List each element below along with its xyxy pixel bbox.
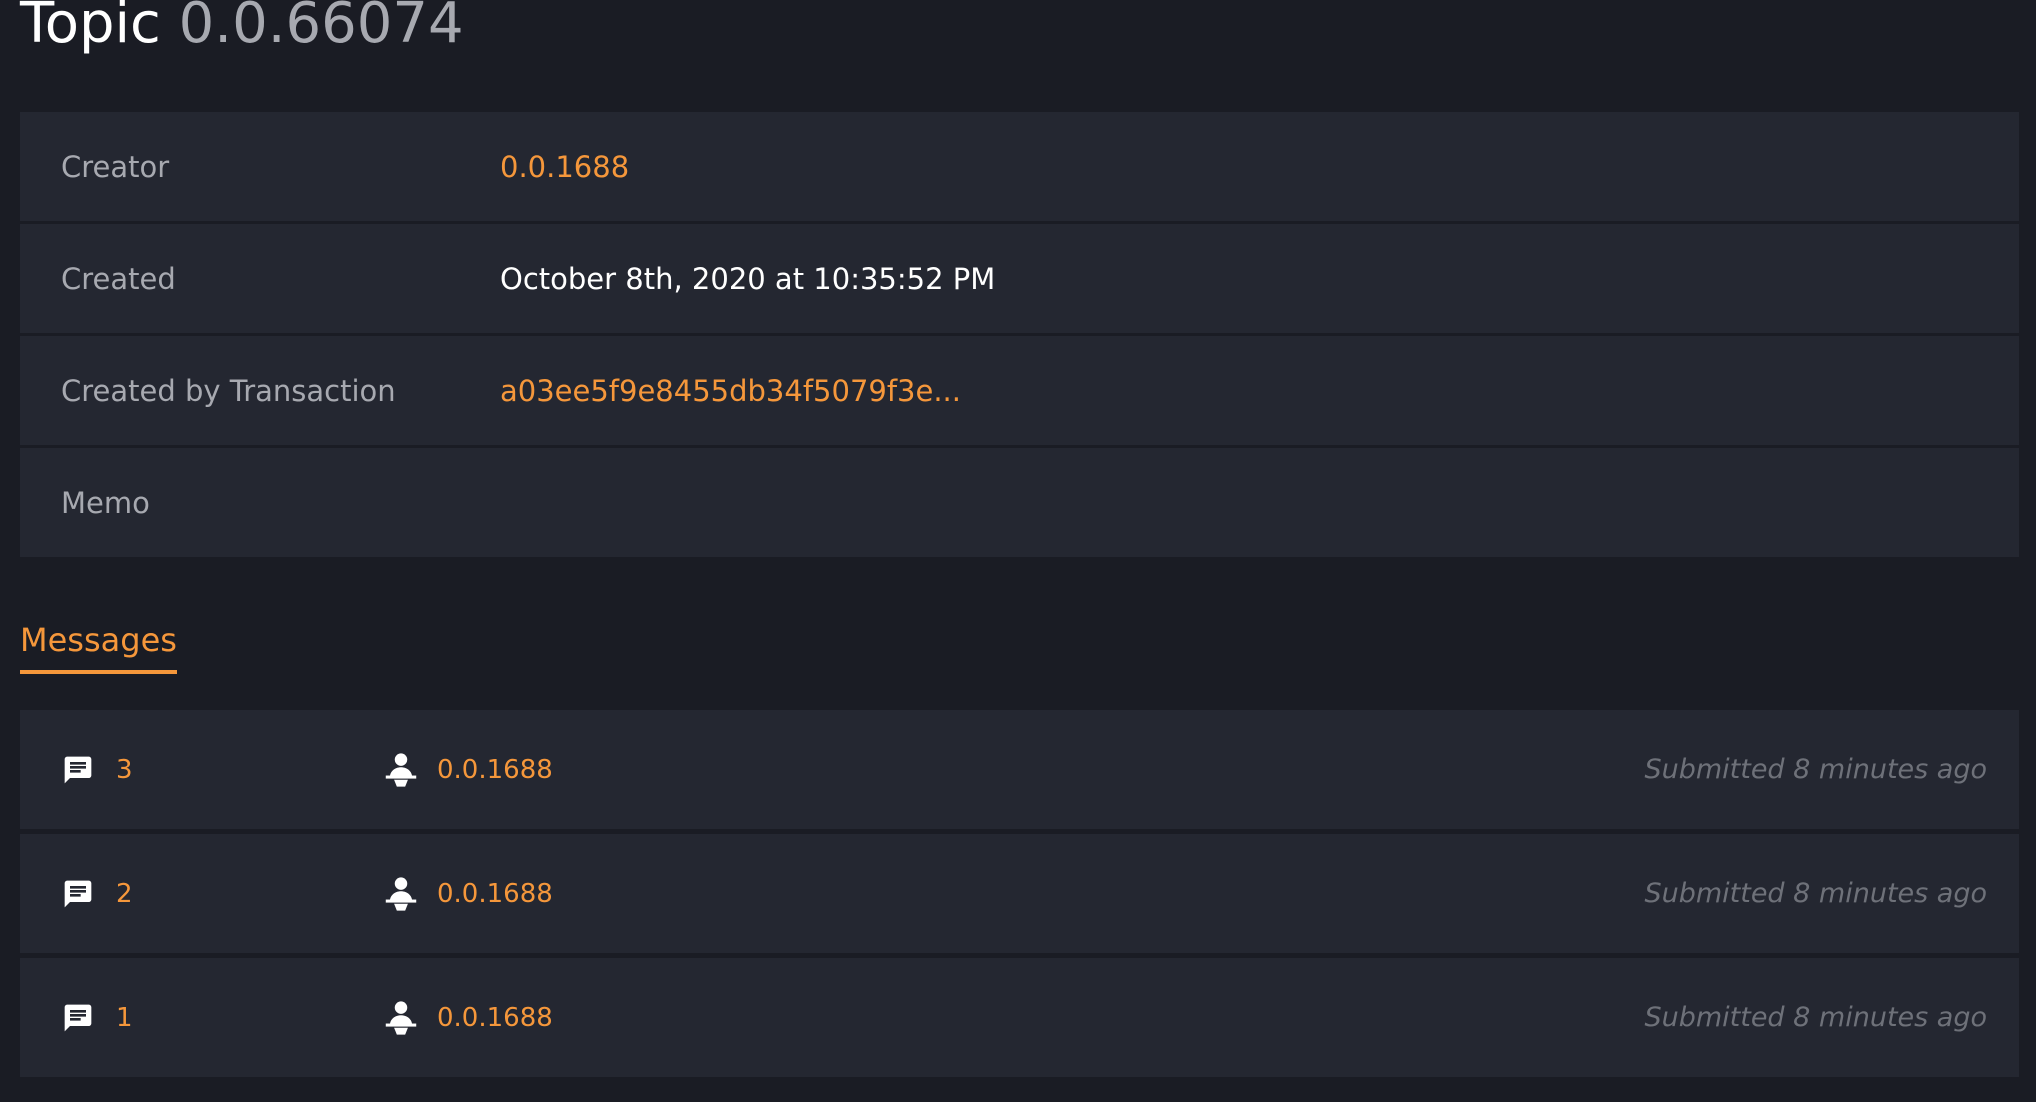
detail-row-created: Created October 8th, 2020 at 10:35:52 PM [20, 224, 2019, 333]
message-row[interactable]: 1 0.0.1688 Submitted 8 minutes ago [20, 958, 2019, 1077]
message-payer-account[interactable]: 0.0.1688 [437, 874, 553, 914]
tab-messages[interactable]: Messages [20, 618, 177, 674]
created-by-transaction-link[interactable]: a03ee5f9e8455db34f5079f3e... [500, 374, 961, 408]
payer-icon [385, 1001, 417, 1035]
detail-row-created-by-transaction: Created by Transaction a03ee5f9e8455db34… [20, 336, 2019, 445]
creator-link[interactable]: 0.0.1688 [500, 150, 629, 184]
payer-icon [385, 753, 417, 787]
created-label: Created [61, 261, 176, 296]
detail-row-memo: Memo [20, 448, 2019, 557]
created-by-transaction-label: Created by Transaction [61, 373, 396, 408]
message-timestamp: Submitted 8 minutes ago [1644, 878, 1987, 909]
creator-label: Creator [61, 149, 170, 184]
message-icon [64, 756, 92, 784]
tab-bar: Messages [20, 618, 177, 674]
message-row[interactable]: 3 0.0.1688 Submitted 8 minutes ago [20, 710, 2019, 829]
detail-row-creator: Creator 0.0.1688 [20, 112, 2019, 221]
message-timestamp: Submitted 8 minutes ago [1644, 754, 1987, 785]
message-row[interactable]: 2 0.0.1688 Submitted 8 minutes ago [20, 834, 2019, 953]
message-timestamp: Submitted 8 minutes ago [1644, 1002, 1987, 1033]
message-icon [64, 880, 92, 908]
messages-list: 3 0.0.1688 Submitted 8 minutes ago 2 0.0… [20, 710, 2019, 1082]
message-sequence[interactable]: 3 [116, 750, 133, 790]
topic-id: 0.0.66074 [178, 0, 464, 56]
page-title-prefix: Topic [20, 0, 161, 56]
message-icon [64, 1004, 92, 1032]
message-payer-account[interactable]: 0.0.1688 [437, 998, 553, 1038]
topic-page: Topic 0.0.66074 Creator 0.0.1688 Created… [0, 0, 2036, 1102]
page-title: Topic 0.0.66074 [20, 0, 464, 58]
topic-details-card: Creator 0.0.1688 Created October 8th, 20… [20, 112, 2019, 557]
payer-icon [385, 877, 417, 911]
memo-label: Memo [61, 485, 150, 520]
message-sequence[interactable]: 2 [116, 874, 133, 914]
message-payer-account[interactable]: 0.0.1688 [437, 750, 553, 790]
created-value: October 8th, 2020 at 10:35:52 PM [500, 261, 996, 296]
message-sequence[interactable]: 1 [116, 998, 133, 1038]
